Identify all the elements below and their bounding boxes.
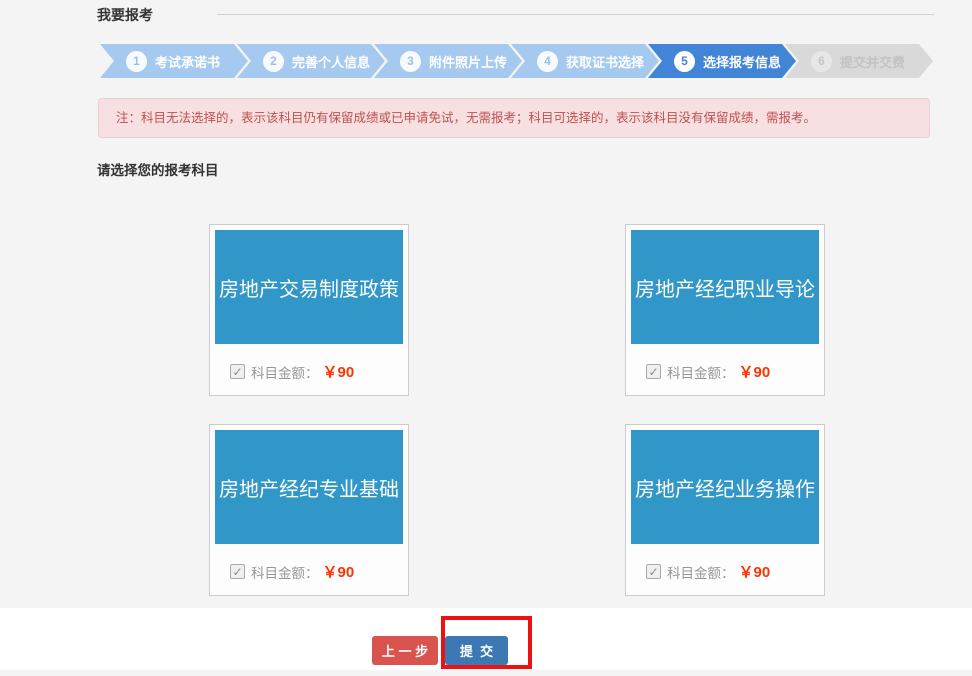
subject-card: 房地产经纪业务操作 ✓ 科目金额： ￥90 (625, 424, 825, 596)
step-label: 完善个人信息 (292, 52, 370, 71)
fee-amount: ￥90 (323, 361, 355, 382)
notice-banner: 注：科目无法选择的，表示该科目仍有保留成绩或已申请免试，无需报考；科目可选择的，… (98, 98, 930, 138)
fee-amount: ￥90 (739, 361, 771, 382)
step-label: 获取证书选择 (566, 52, 644, 71)
step-number-badge: 5 (674, 51, 695, 72)
step-label: 附件照片上传 (429, 52, 507, 71)
subject-checkbox-checked[interactable]: ✓ (230, 364, 245, 379)
step-6-submit-and-pay: 6 提交并交费 (785, 44, 933, 78)
page-title: 我要报考 (97, 5, 153, 25)
check-icon: ✓ (232, 366, 242, 378)
step-number-badge: 6 (811, 51, 832, 72)
title-divider (217, 14, 934, 15)
fee-row: ✓ 科目金额： ￥90 (230, 361, 354, 382)
subject-card: 房地产经纪职业导论 ✓ 科目金额： ￥90 (625, 224, 825, 396)
subject-card: 房地产经纪专业基础 ✓ 科目金额： ￥90 (209, 424, 409, 596)
fee-row: ✓ 科目金额： ￥90 (230, 561, 354, 582)
fee-row: ✓ 科目金额： ￥90 (646, 561, 770, 582)
step-number-badge: 4 (537, 51, 558, 72)
step-label: 选择报考信息 (703, 52, 781, 71)
fee-label: 科目金额： (667, 562, 735, 582)
fee-label: 科目金额： (251, 362, 319, 382)
fee-amount: ￥90 (323, 561, 355, 582)
step-1-exam-pledge: 1 考试承诺书 (100, 44, 248, 78)
fee-label: 科目金额： (667, 362, 735, 382)
subject-card: 房地产交易制度政策 ✓ 科目金额： ￥90 (209, 224, 409, 396)
subject-checkbox-checked[interactable]: ✓ (646, 364, 661, 379)
submit-button[interactable]: 提 交 (445, 636, 508, 665)
step-number-badge: 3 (400, 51, 421, 72)
step-label: 提交并交费 (840, 52, 905, 71)
subject-tile[interactable]: 房地产交易制度政策 (215, 230, 403, 344)
step-2-personal-info: 2 完善个人信息 (237, 44, 385, 78)
fee-row: ✓ 科目金额： ￥90 (646, 361, 770, 382)
section-label: 请选择您的报考科目 (97, 159, 219, 179)
previous-step-button[interactable]: 上 一 步 (372, 636, 438, 665)
step-4-certificate-select: 4 获取证书选择 (511, 44, 659, 78)
subject-checkbox-checked[interactable]: ✓ (646, 564, 661, 579)
subject-tile[interactable]: 房地产经纪业务操作 (631, 430, 819, 544)
step-5-select-exam-info: 5 选择报考信息 (648, 44, 796, 78)
step-number-badge: 2 (263, 51, 284, 72)
subject-tile[interactable]: 房地产经纪职业导论 (631, 230, 819, 344)
check-icon: ✓ (648, 366, 658, 378)
check-icon: ✓ (232, 566, 242, 578)
fee-label: 科目金额： (251, 562, 319, 582)
step-3-photo-upload: 3 附件照片上传 (374, 44, 522, 78)
check-icon: ✓ (648, 566, 658, 578)
subject-checkbox-checked[interactable]: ✓ (230, 564, 245, 579)
step-number-badge: 1 (126, 51, 147, 72)
fee-amount: ￥90 (739, 561, 771, 582)
subject-tile[interactable]: 房地产经纪专业基础 (215, 430, 403, 544)
exam-registration-page: 我要报考 1 考试承诺书 2 完善个人信息 3 附件照片上传 4 获取证书选择 … (0, 0, 972, 676)
step-label: 考试承诺书 (155, 52, 220, 71)
